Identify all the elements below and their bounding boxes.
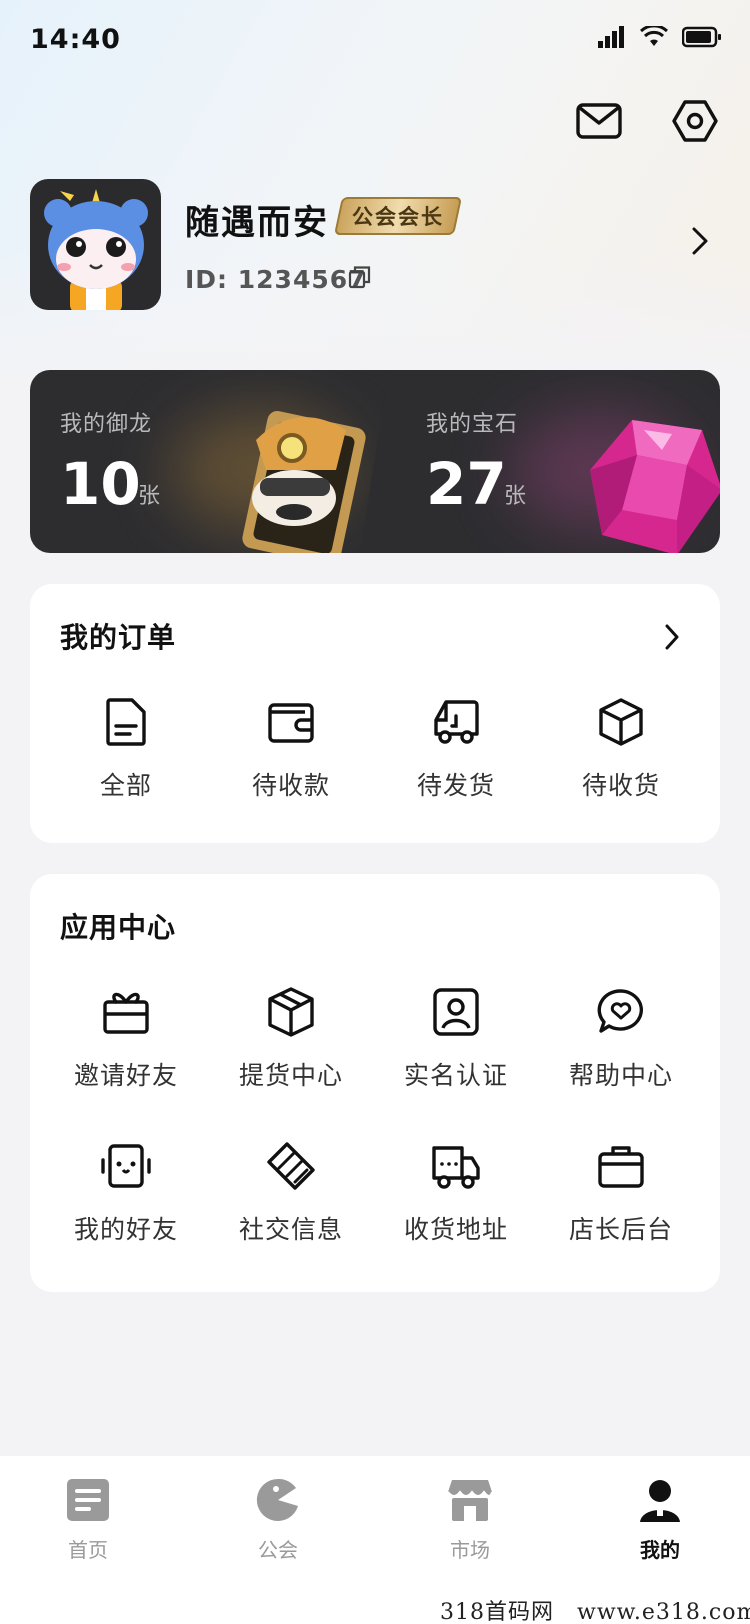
badge-label: 公会会长 xyxy=(352,205,444,229)
tab-market-label: 市场 xyxy=(450,1538,490,1562)
orders-section: 我的订单 全部 待收款 待发货 待收货 xyxy=(30,584,720,843)
app-store-manager[interactable]: 店长后台 xyxy=(541,1140,701,1246)
chevron-right-icon[interactable] xyxy=(690,225,710,257)
settings-button[interactable] xyxy=(670,96,720,146)
copy-icon[interactable] xyxy=(348,265,372,289)
box-icon xyxy=(599,698,643,746)
order-pending-payment[interactable]: 待收款 xyxy=(211,696,371,802)
app-help-center-label: 帮助中心 xyxy=(568,1061,673,1090)
header-actions xyxy=(574,96,720,146)
tab-mine-label: 我的 xyxy=(640,1538,680,1562)
status-icons xyxy=(598,26,722,48)
app-store-manager-label: 店长后台 xyxy=(568,1215,673,1244)
gem-card[interactable]: 我的宝石 27 张 xyxy=(360,370,720,553)
app-pickup-center[interactable]: 提货中心 xyxy=(211,986,371,1092)
asset-cards: 我的御龙 10 张 我的宝石 27 张 xyxy=(30,370,720,553)
app-invite-friends[interactable]: 邀请好友 xyxy=(46,986,206,1092)
guild-icon xyxy=(256,1478,298,1521)
app-my-friends-label: 我的好友 xyxy=(73,1215,178,1244)
app-shipping-address[interactable]: 收货地址 xyxy=(376,1140,536,1246)
app-shipping-address-label: 收货地址 xyxy=(403,1215,508,1244)
gift-icon xyxy=(103,992,149,1034)
tab-market[interactable]: 市场 xyxy=(410,1476,530,1563)
apps-title: 应用中心 xyxy=(60,911,177,944)
gear-icon xyxy=(672,100,718,142)
battery-icon xyxy=(682,26,721,48)
watermark-text: 318首码网 www.e318.com xyxy=(440,1600,750,1624)
dragon-card-image xyxy=(242,410,366,553)
app-social-info-label: 社交信息 xyxy=(238,1215,343,1244)
orders-title: 我的订单 xyxy=(60,621,177,654)
gem-card-unit: 张 xyxy=(504,484,527,509)
document-icon xyxy=(106,698,146,746)
market-icon xyxy=(447,1480,493,1521)
app-pickup-center-label: 提货中心 xyxy=(238,1061,343,1090)
wallet-icon xyxy=(268,703,314,743)
gem-card-title: 我的宝石 xyxy=(426,412,519,437)
tab-guild[interactable]: 公会 xyxy=(218,1476,338,1563)
app-social-info[interactable]: 社交信息 xyxy=(211,1140,371,1246)
avatar[interactable] xyxy=(30,179,161,310)
signal-icon xyxy=(598,26,624,48)
app-real-name-verification-label: 实名认证 xyxy=(403,1061,508,1090)
app-help-center[interactable]: 帮助中心 xyxy=(541,986,701,1092)
home-doc-icon xyxy=(67,1479,109,1521)
tab-home-label: 首页 xyxy=(68,1538,108,1562)
profile-section[interactable]: 随遇而安 公会会长 ID: 1234567 xyxy=(30,179,720,311)
briefcase-icon xyxy=(598,1146,644,1188)
tab-mine[interactable]: 我的 xyxy=(600,1476,720,1563)
guild-leader-badge: 公会会长 xyxy=(333,197,463,235)
orders-chevron-right-icon[interactable] xyxy=(662,622,682,652)
delivery-truck-icon xyxy=(432,1146,480,1189)
wifi-icon xyxy=(640,26,668,46)
app-real-name-verification[interactable]: 实名认证 xyxy=(376,986,536,1092)
help-chat-icon xyxy=(597,989,643,1033)
status-time: 14:40 xyxy=(30,24,121,55)
id-card-icon xyxy=(433,988,479,1036)
robot-icon xyxy=(101,1144,151,1188)
dragon-card-value: 10 xyxy=(60,450,141,518)
handshake-icon xyxy=(267,1142,315,1190)
package-icon xyxy=(268,987,314,1037)
avatar-character-image xyxy=(44,189,148,310)
dragon-card[interactable]: 我的御龙 10 张 xyxy=(30,370,392,553)
app-my-friends[interactable]: 我的好友 xyxy=(46,1140,206,1246)
order-all-label: 全部 xyxy=(99,771,152,800)
order-pending-shipment-label: 待发货 xyxy=(416,771,495,800)
gem-image xyxy=(590,420,720,553)
message-button[interactable] xyxy=(574,96,624,146)
order-all[interactable]: 全部 xyxy=(46,696,206,802)
status-bar: 14:40 xyxy=(0,0,750,84)
tab-guild-label: 公会 xyxy=(258,1538,298,1562)
user-nickname: 随遇而安 xyxy=(185,203,329,243)
apps-section: 应用中心 邀请好友 提货中心 实名认证 帮助中心 我的好友 社交信息 收货地址 … xyxy=(30,874,720,1292)
truck-icon xyxy=(434,700,479,744)
order-pending-shipment[interactable]: 待发货 xyxy=(376,696,536,802)
app-invite-friends-label: 邀请好友 xyxy=(73,1061,178,1090)
order-pending-payment-label: 待收款 xyxy=(251,771,330,800)
order-pending-receipt[interactable]: 待收货 xyxy=(541,696,701,802)
dragon-card-unit: 张 xyxy=(138,484,161,509)
user-id: ID: 1234567 xyxy=(185,265,367,294)
tab-home[interactable]: 首页 xyxy=(28,1476,148,1563)
gem-card-value: 27 xyxy=(426,450,507,518)
dragon-card-title: 我的御龙 xyxy=(60,412,153,437)
order-pending-receipt-label: 待收货 xyxy=(581,771,660,800)
mail-icon xyxy=(576,103,622,139)
user-icon xyxy=(640,1480,680,1522)
